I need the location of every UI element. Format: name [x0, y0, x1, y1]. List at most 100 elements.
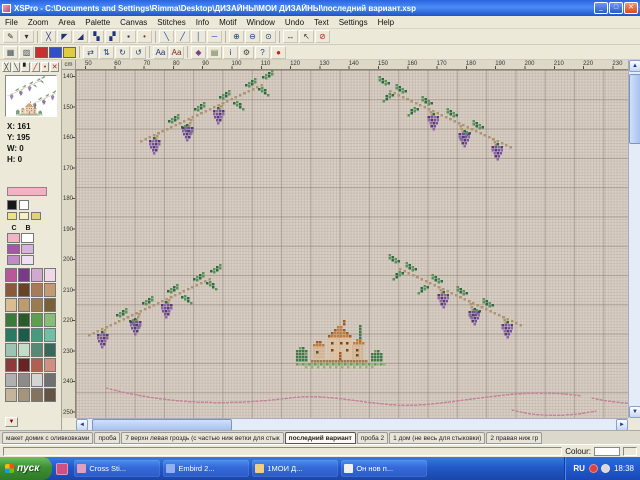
quick-launch-xspro[interactable]: [56, 463, 68, 475]
palette-swatch-32[interactable]: [44, 373, 56, 387]
palette-swatch-1[interactable]: [5, 268, 17, 282]
settings-tool[interactable]: ⚙: [239, 46, 254, 59]
full-stitch-button[interactable]: ╳: [2, 62, 11, 72]
text-cyrillic-tool[interactable]: Аа: [169, 46, 184, 59]
half-stitch-button[interactable]: ╲: [12, 62, 21, 72]
palette-swatch-18[interactable]: [18, 328, 30, 342]
palette-swatch-35[interactable]: [31, 388, 43, 402]
menu-file[interactable]: File: [0, 16, 23, 29]
motif-tool[interactable]: ◆: [191, 46, 206, 59]
palette-swatch-16[interactable]: [44, 313, 56, 327]
palette-swatch-21[interactable]: [5, 343, 17, 357]
vertical-scroll-thumb[interactable]: [629, 74, 640, 144]
quarter-stitch-button[interactable]: ▘: [21, 62, 30, 72]
menu-window[interactable]: Window: [241, 16, 279, 29]
palette-swatch-33[interactable]: [5, 388, 17, 402]
pattern-tab-2[interactable]: проба: [94, 432, 120, 444]
palette-swatch-4[interactable]: [44, 268, 56, 282]
pattern-tab-1[interactable]: макет домик с оливковками: [2, 432, 93, 444]
accent-swatch-3[interactable]: [31, 212, 41, 220]
french-knot-button[interactable]: •: [41, 62, 50, 72]
petite-stitch-tool[interactable]: ▪: [121, 30, 136, 43]
palette-swatch-24[interactable]: [44, 343, 56, 357]
rotate-ccw-tool[interactable]: ↺: [131, 46, 146, 59]
pair-swatch-1[interactable]: [7, 233, 20, 243]
palette-tool[interactable]: ▤: [207, 46, 222, 59]
zoom-window-tool[interactable]: ⊙: [261, 30, 276, 43]
zoom-in-tool[interactable]: ⊕: [229, 30, 244, 43]
scroll-up-button[interactable]: ▲: [629, 60, 640, 72]
palette-swatch-3[interactable]: [31, 268, 43, 282]
backstitch-horiz-tool[interactable]: ─: [207, 30, 222, 43]
tool-dropdown[interactable]: ▾: [19, 30, 34, 43]
help-tool[interactable]: ?: [255, 46, 270, 59]
pencil-tool[interactable]: ✎: [3, 30, 18, 43]
pair-swatch-5[interactable]: [7, 255, 20, 265]
backstitch-diag2-tool[interactable]: ╱: [175, 30, 190, 43]
three-quarter-stitch-tool[interactable]: ▞: [105, 30, 120, 43]
pattern-tab-5[interactable]: проба 2: [357, 432, 388, 444]
palette-swatch-15[interactable]: [31, 313, 43, 327]
stop-tool[interactable]: ●: [271, 46, 286, 59]
swatch-red[interactable]: [35, 47, 48, 58]
text-tool[interactable]: Aa: [153, 46, 168, 59]
pattern-tab-3[interactable]: 7 верхн левая гроздь (с частью ниж ветки…: [121, 432, 283, 444]
menu-settings[interactable]: Settings: [334, 16, 373, 29]
palette-swatch-29[interactable]: [5, 373, 17, 387]
french-knot-tool[interactable]: •: [137, 30, 152, 43]
palette-swatch-11[interactable]: [31, 298, 43, 312]
scroll-down-button[interactable]: ▼: [629, 406, 640, 418]
pair-swatch-3[interactable]: [7, 244, 20, 254]
move-tool[interactable]: ↔: [283, 30, 298, 43]
pair-swatch-4[interactable]: [21, 244, 34, 254]
palette-swatch-26[interactable]: [18, 358, 30, 372]
grid-toggle[interactable]: ▦: [3, 46, 18, 59]
palette-swatch-25[interactable]: [5, 358, 17, 372]
current-color-swatch[interactable]: [7, 187, 47, 196]
palette-swatch-34[interactable]: [18, 388, 30, 402]
backstitch-diag-tool[interactable]: ╲: [159, 30, 174, 43]
palette-swatch-8[interactable]: [44, 283, 56, 297]
palette-swatch-5[interactable]: [5, 283, 17, 297]
vertical-scrollbar[interactable]: ▲ ▼: [628, 60, 640, 418]
palette-swatch-20[interactable]: [44, 328, 56, 342]
pair-swatch-6[interactable]: [21, 255, 34, 265]
palette-swatch-36[interactable]: [44, 388, 56, 402]
palette-swatch-12[interactable]: [44, 298, 56, 312]
half-stitch-tool[interactable]: ◤: [57, 30, 72, 43]
accent-swatch-2[interactable]: [19, 212, 29, 220]
bead-button[interactable]: ✕: [50, 62, 59, 72]
minimize-button[interactable]: _: [594, 2, 608, 14]
tray-red-icon[interactable]: [589, 464, 598, 473]
language-indicator[interactable]: RU: [573, 464, 585, 473]
select-tool[interactable]: ↖: [299, 30, 314, 43]
taskbar-task-3[interactable]: 1МОИ Д...: [252, 460, 338, 477]
full-stitch-tool[interactable]: ╳: [41, 30, 56, 43]
palette-swatch-31[interactable]: [31, 373, 43, 387]
taskbar-task-4[interactable]: Он нов п...: [341, 460, 427, 477]
menu-text[interactable]: Text: [309, 16, 334, 29]
menu-stitches[interactable]: Stitches: [152, 16, 190, 29]
palette-swatch-14[interactable]: [18, 313, 30, 327]
palette-swatch-9[interactable]: [5, 298, 17, 312]
menu-area[interactable]: Area: [53, 16, 80, 29]
pattern-tab-7[interactable]: 2 правая ниж гр: [486, 432, 542, 444]
quarter-stitch-tool[interactable]: ▚: [89, 30, 104, 43]
palette-swatch-23[interactable]: [31, 343, 43, 357]
erase-tool[interactable]: ⊘: [315, 30, 330, 43]
palette-swatch-28[interactable]: [44, 358, 56, 372]
palette-swatch-17[interactable]: [5, 328, 17, 342]
info-tool[interactable]: i: [223, 46, 238, 59]
half-stitch-alt-tool[interactable]: ◢: [73, 30, 88, 43]
palette-swatch-19[interactable]: [31, 328, 43, 342]
menu-canvas[interactable]: Canvas: [115, 16, 152, 29]
pattern-preview[interactable]: [5, 75, 57, 117]
menu-zoom[interactable]: Zoom: [23, 16, 53, 29]
palette-swatch-27[interactable]: [31, 358, 43, 372]
backstitch-button[interactable]: ╱: [31, 62, 40, 72]
start-button[interactable]: пуск: [0, 457, 52, 480]
zoom-out-tool[interactable]: ⊖: [245, 30, 260, 43]
menu-info[interactable]: Info: [191, 16, 214, 29]
accent-swatch-1[interactable]: [7, 212, 17, 220]
flip-vertical-tool[interactable]: ⇅: [99, 46, 114, 59]
